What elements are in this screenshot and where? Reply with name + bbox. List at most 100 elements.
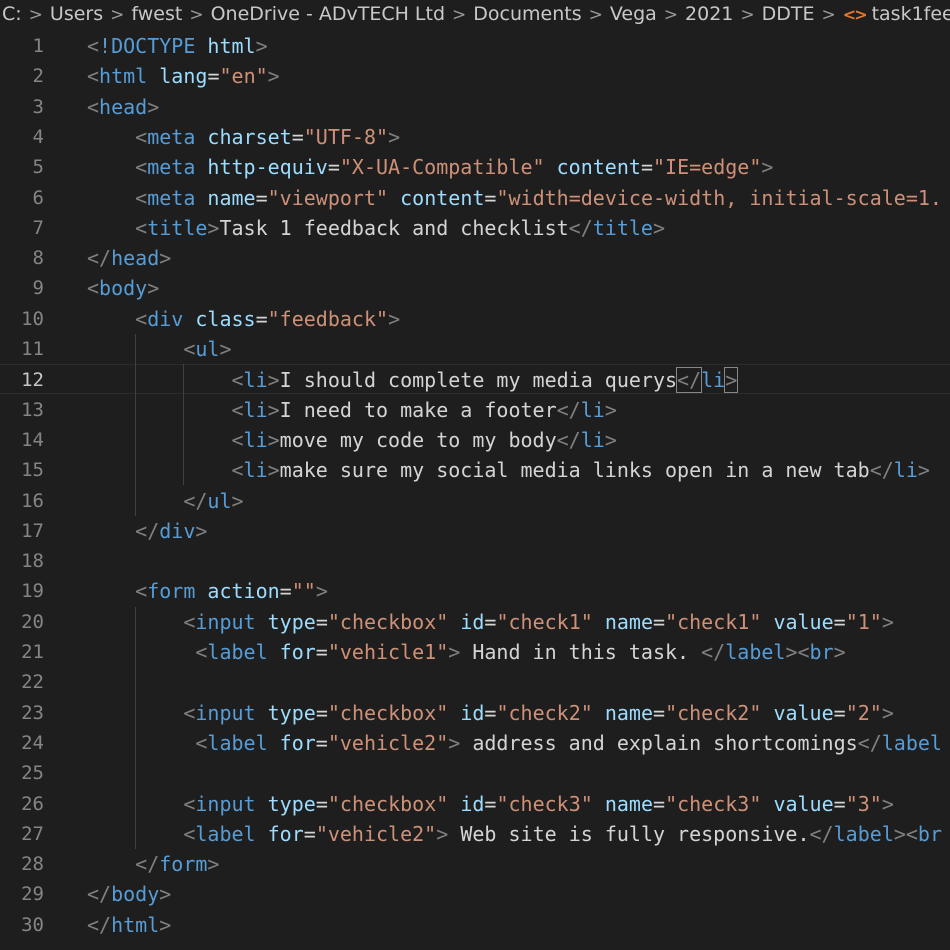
code-token: </ (869, 458, 894, 483)
code-token: label (195, 821, 256, 846)
line-number: 22 (21, 671, 44, 694)
line-number: 16 (21, 489, 44, 512)
code-token: = (653, 791, 666, 816)
code-token: = (833, 791, 846, 816)
code-line[interactable]: 2 <html lang="en"> (0, 61, 950, 91)
breadcrumb-item[interactable]: DDTE (762, 3, 815, 25)
code-line[interactable]: 30 </html> (0, 910, 950, 940)
line-number: 9 (32, 277, 44, 300)
code-token: "checkbox" (327, 609, 449, 634)
code-token: "vehicle1" (327, 640, 449, 664)
code-token: < (135, 124, 148, 149)
code-line[interactable]: 9 <body> (0, 273, 950, 303)
code-line[interactable]: 28 </form> (0, 849, 950, 879)
code-line[interactable]: 18 (0, 546, 950, 576)
code-token: "vehicle2" (327, 730, 449, 755)
breadcrumb-item[interactable]: 2021 (685, 3, 733, 25)
code-line[interactable]: 26 <input type="checkbox" id="check3" nam… (0, 789, 950, 819)
code-token: > (255, 34, 268, 58)
line-number: 30 (21, 913, 44, 936)
code-text: </body> (87, 879, 171, 909)
code-token: > (267, 64, 280, 89)
breadcrumb-item[interactable]: Users (50, 3, 103, 25)
code-token: < (135, 185, 148, 210)
code-line[interactable]: 3 <head> (0, 92, 950, 122)
code-token: for (267, 821, 304, 846)
code-token: </ (556, 397, 581, 422)
code-token: li (580, 397, 605, 422)
code-line[interactable]: 10 <div class="feedback"> (0, 304, 950, 334)
code-line[interactable]: 19 <form action=""> (0, 576, 950, 606)
breadcrumb-item[interactable]: Vega (610, 3, 657, 25)
code-token: < (183, 791, 196, 816)
code-line[interactable]: 21 <label for="vehicle1"> Hand in this ta… (0, 637, 950, 667)
code-line[interactable]: 24 <label for="vehicle2"> address and exp… (0, 728, 950, 758)
code-token: meta (147, 155, 196, 180)
code-line[interactable]: 23 <input type="checkbox" id="check2" nam… (0, 698, 950, 728)
code-token: = (315, 609, 328, 634)
breadcrumb-item[interactable]: C: (2, 3, 22, 25)
code-token: li (701, 368, 726, 393)
code-line[interactable]: 12 <li>I should complete my media querys<… (0, 364, 950, 395)
code-token: = (279, 579, 292, 604)
code-token: < (87, 34, 100, 58)
code-line[interactable]: 4 <meta charset="UTF-8"> (0, 122, 950, 152)
code-text: <label for="vehicle2"> address and expla… (195, 728, 942, 758)
indent-guide (183, 364, 185, 486)
code-token: = (291, 124, 304, 149)
code-token: </ (87, 882, 112, 907)
breadcrumb-item[interactable]: OneDrive - ADvTECH Ltd (211, 3, 445, 25)
code-token: > (231, 488, 244, 513)
breadcrumb-item[interactable]: Documents (473, 3, 581, 25)
code-token: >< (785, 640, 810, 664)
code-token: id (460, 609, 485, 634)
breadcrumb-item[interactable]: fwest (131, 3, 182, 25)
code-line[interactable]: 7 <title>Task 1 feedback and checklist</t… (0, 213, 950, 243)
code-line[interactable]: 29 </body> (0, 879, 950, 909)
code-token: > (881, 609, 894, 634)
code-editor[interactable]: 1 <!DOCTYPE html> 2 <html lang="en"> 3 <head>… (0, 31, 950, 950)
line-number: 15 (21, 459, 44, 482)
code-line[interactable]: 14 <li>move my code to my body</li> (0, 425, 950, 455)
breadcrumb-file[interactable]: task1feedback (872, 3, 950, 25)
code-token: </ (87, 246, 112, 271)
code-line[interactable]: 16 </ul> (0, 486, 950, 516)
code-line[interactable]: 8 </head> (0, 243, 950, 273)
code-token: ul (207, 488, 232, 513)
code-text: </html> (87, 910, 171, 940)
code-token: charset (207, 124, 292, 149)
code-token: Web site is fully responsive. (448, 821, 810, 846)
code-line[interactable]: 5 <meta http-equiv="X-UA-Compatible" cont… (0, 152, 950, 182)
code-token: class (195, 306, 256, 331)
code-token: input (195, 609, 256, 634)
code-line[interactable]: 17 </div> (0, 516, 950, 546)
code-token: body (99, 276, 148, 301)
code-token: li (243, 458, 268, 483)
code-token: </ (857, 730, 882, 755)
code-token: < (195, 640, 208, 664)
code-line[interactable]: 1 <!DOCTYPE html> (0, 31, 950, 61)
code-line[interactable]: 20 <input type="checkbox" id="check1" nam… (0, 607, 950, 637)
code-line[interactable]: 6 <meta name="viewport" content="width=de… (0, 183, 950, 213)
code-token: "feedback" (267, 306, 389, 331)
code-token: = (255, 306, 268, 331)
code-token: > (219, 337, 232, 361)
indent-guide (135, 606, 137, 850)
code-token: > (388, 306, 401, 331)
code-line[interactable]: 27 <label for="vehicle2"> Web site is ful… (0, 819, 950, 849)
code-line[interactable]: 15 <li>make sure my social media links op… (0, 455, 950, 485)
html-file-icon: <> (842, 5, 868, 24)
code-token: > (159, 912, 172, 937)
code-token: > (448, 730, 461, 755)
code-line[interactable]: 11 <ul> (0, 334, 950, 364)
code-line[interactable]: 13 <li>I need to make a footer</li> (0, 395, 950, 425)
code-token: label (725, 640, 786, 664)
code-token: ul (195, 337, 220, 361)
code-token: meta (147, 124, 196, 149)
code-line[interactable]: 22 (0, 667, 950, 697)
code-token: value (773, 700, 834, 725)
code-line[interactable]: 25 (0, 758, 950, 788)
code-token: > (881, 700, 894, 725)
